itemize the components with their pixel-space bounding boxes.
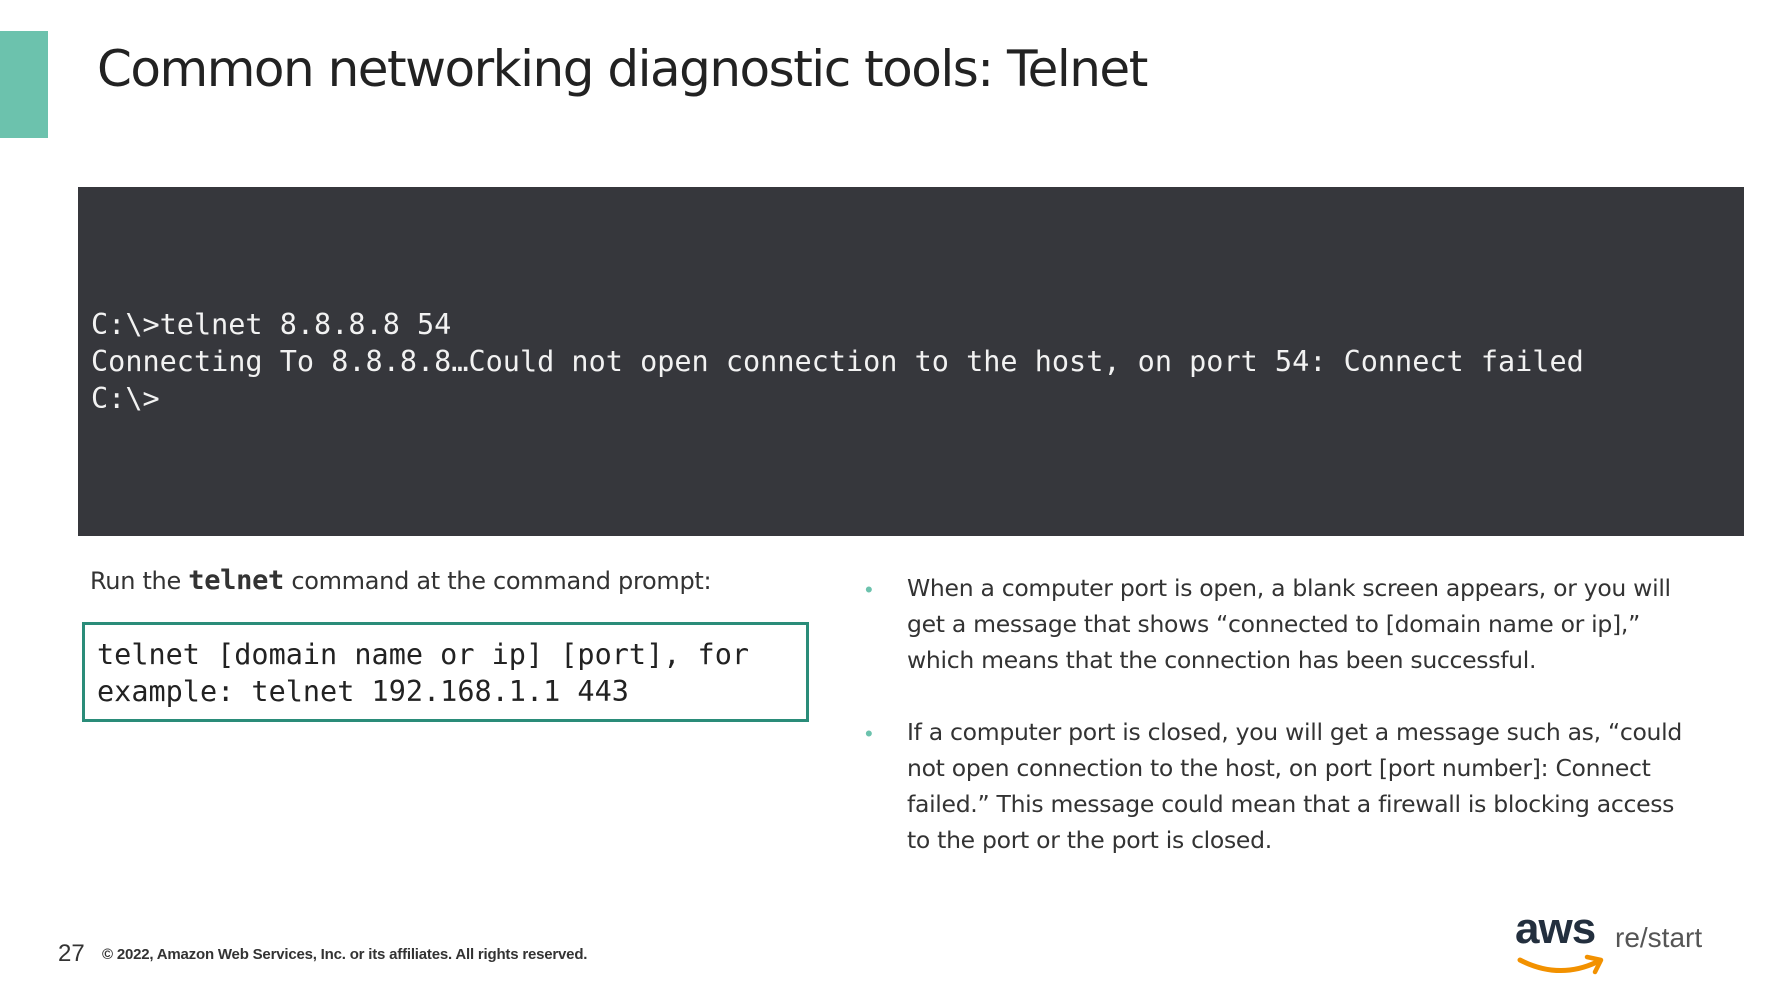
terminal-line: C:\>telnet 8.8.8.8 54 xyxy=(91,308,452,341)
aws-smile-arrow-icon xyxy=(1517,954,1604,975)
intro-text: Run the telnet command at the command pr… xyxy=(90,562,712,600)
terminal-line: C:\> xyxy=(91,382,160,415)
intro-before: Run the xyxy=(90,567,189,595)
bullet-item: • When a computer port is open, a blank … xyxy=(865,570,1685,678)
command-syntax-box: telnet [domain name or ip] [port], for e… xyxy=(82,622,809,722)
terminal-output: C:\>telnet 8.8.8.8 54 Connecting To 8.8.… xyxy=(78,187,1744,536)
bullet-dot-icon: • xyxy=(865,577,873,602)
aws-restart-logo: aws re/start xyxy=(1515,904,1715,982)
title-accent-bar xyxy=(0,31,48,138)
smile-curve xyxy=(1517,957,1600,973)
bullet-text: When a computer port is open, a blank sc… xyxy=(907,574,1671,674)
logo-aws-text: aws xyxy=(1515,904,1596,953)
bullet-dot-icon: • xyxy=(865,721,873,746)
syntax-line: example: telnet 192.168.1.1 443 xyxy=(97,675,629,708)
bullet-text: If a computer port is closed, you will g… xyxy=(907,718,1682,854)
copyright-notice: © 2022, Amazon Web Services, Inc. or its… xyxy=(102,946,588,963)
intro-after: command at the command prompt: xyxy=(284,567,712,595)
bullet-list: • When a computer port is open, a blank … xyxy=(865,570,1685,894)
logo-restart-text: re/start xyxy=(1615,922,1703,953)
intro-command: telnet xyxy=(188,565,284,596)
bullet-item: • If a computer port is closed, you will… xyxy=(865,714,1685,858)
syntax-line: telnet [domain name or ip] [port], for xyxy=(97,638,750,671)
slide-title: Common networking diagnostic tools: Teln… xyxy=(97,40,1148,98)
terminal-line: Connecting To 8.8.8.8…Could not open con… xyxy=(91,345,1584,378)
page-number: 27 xyxy=(58,940,85,967)
